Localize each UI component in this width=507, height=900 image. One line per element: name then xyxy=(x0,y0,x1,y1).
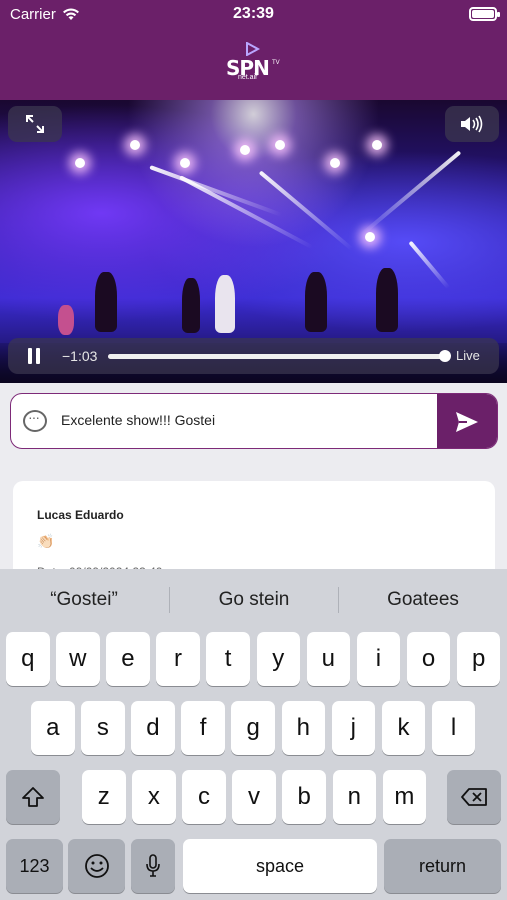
key-p[interactable]: p xyxy=(456,632,501,686)
microphone-icon xyxy=(146,854,160,877)
fullscreen-button[interactable] xyxy=(8,106,62,142)
stage-light xyxy=(372,140,382,150)
suggestion-bar: “Gostei” Go stein Goatees xyxy=(0,569,507,629)
key-n[interactable]: n xyxy=(332,770,376,824)
app-logo: SPN TV net.air xyxy=(222,42,286,84)
stage-light xyxy=(240,145,250,155)
space-key[interactable]: space xyxy=(183,839,377,893)
key-s[interactable]: s xyxy=(81,701,125,755)
time-remaining: −1:03 xyxy=(62,348,98,364)
logo-tv: TV xyxy=(272,60,280,66)
progress-knob[interactable] xyxy=(438,350,451,362)
progress-fill xyxy=(108,354,445,359)
key-y[interactable]: y xyxy=(256,632,300,686)
stage-light xyxy=(275,140,285,150)
delete-key[interactable] xyxy=(447,770,501,824)
key-u[interactable]: u xyxy=(306,632,351,686)
suggestion-3[interactable]: Goatees xyxy=(339,589,507,611)
key-h[interactable]: h xyxy=(281,701,325,755)
light-beam xyxy=(408,240,451,290)
comment-box xyxy=(10,393,498,449)
emoji-icon xyxy=(84,854,109,878)
key-k[interactable]: k xyxy=(381,701,426,755)
suggestion-1[interactable]: “Gostei” xyxy=(0,589,168,611)
send-button[interactable] xyxy=(437,394,497,448)
emoji-key[interactable] xyxy=(68,839,125,893)
performer xyxy=(95,272,117,332)
logo-sub: net.air xyxy=(238,74,258,81)
progress-track[interactable] xyxy=(108,350,451,362)
battery-icon xyxy=(469,7,500,21)
return-key[interactable]: return xyxy=(384,839,501,893)
performer xyxy=(305,272,327,332)
key-a[interactable]: a xyxy=(31,701,75,755)
key-o[interactable]: o xyxy=(406,632,451,686)
performer xyxy=(376,268,398,332)
chat-bubble-icon xyxy=(23,409,47,432)
key-r[interactable]: r xyxy=(156,632,200,686)
key-g[interactable]: g xyxy=(231,701,275,755)
microphone-key[interactable] xyxy=(131,839,175,893)
key-m[interactable]: m xyxy=(382,770,427,824)
key-e[interactable]: e xyxy=(106,632,150,686)
stage-light xyxy=(180,158,190,168)
comment-card: Lucas Eduardo 👏🏻 Data: 09/09/2024 23:40 xyxy=(13,481,495,581)
play-logo-icon xyxy=(246,42,260,56)
key-c[interactable]: c xyxy=(182,770,226,824)
stage-light xyxy=(330,158,340,168)
performer xyxy=(215,275,235,333)
live-label: Live xyxy=(456,348,480,363)
performer xyxy=(182,278,200,333)
suggestion-2[interactable]: Go stein xyxy=(170,589,338,611)
comment-input[interactable] xyxy=(61,412,431,428)
key-v[interactable]: v xyxy=(232,770,276,824)
key-i[interactable]: i xyxy=(356,632,401,686)
shift-key[interactable] xyxy=(6,770,60,824)
stage-light xyxy=(130,140,140,150)
key-b[interactable]: b xyxy=(282,770,326,824)
key-j[interactable]: j xyxy=(331,701,376,755)
key-q[interactable]: q xyxy=(6,632,50,686)
stage-light xyxy=(75,158,85,168)
stage-light xyxy=(365,232,375,242)
key-x[interactable]: x xyxy=(132,770,176,824)
send-icon xyxy=(456,412,478,432)
video-player[interactable]: −1:03 Live xyxy=(0,100,507,383)
key-z[interactable]: z xyxy=(82,770,126,824)
comment-emoji: 👏🏻 xyxy=(37,533,55,549)
app-header: Carrier 23:39 SPN TV net.air xyxy=(0,0,507,100)
volume-button[interactable] xyxy=(445,106,499,142)
pause-icon[interactable] xyxy=(28,348,40,364)
shift-icon xyxy=(22,787,44,807)
status-bar: Carrier 23:39 xyxy=(0,0,507,28)
key-w[interactable]: w xyxy=(56,632,100,686)
delete-icon xyxy=(461,788,487,806)
guitar xyxy=(58,305,74,335)
playback-controls: −1:03 Live xyxy=(8,338,499,374)
key-d[interactable]: d xyxy=(131,701,175,755)
key-f[interactable]: f xyxy=(181,701,225,755)
clock: 23:39 xyxy=(233,5,274,22)
light-beam xyxy=(359,150,462,238)
volume-icon xyxy=(461,115,483,133)
expand-icon xyxy=(26,115,44,133)
comment-author: Lucas Eduardo xyxy=(37,508,124,522)
key-t[interactable]: t xyxy=(206,632,250,686)
key-l[interactable]: l xyxy=(431,701,476,755)
numbers-key[interactable]: 123 xyxy=(6,839,63,893)
keyboard: “Gostei” Go stein Goatees qwertyuiop asdf… xyxy=(0,569,507,900)
